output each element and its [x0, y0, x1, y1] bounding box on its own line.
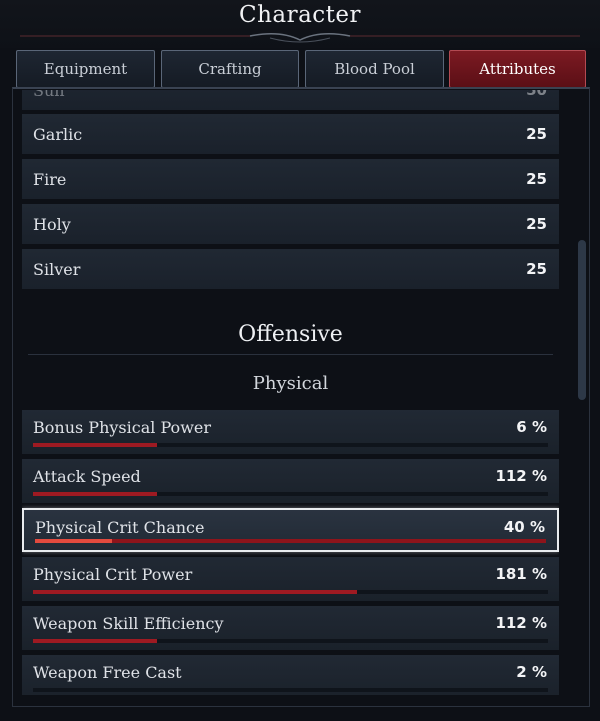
stat-bar: [33, 443, 548, 447]
stat-value: 2 %: [516, 663, 547, 681]
stat-value: 112 %: [495, 467, 547, 485]
resistance-label: Holy: [33, 214, 71, 234]
tab-attributes[interactable]: Attributes: [449, 50, 586, 88]
stat-label: Weapon Skill Efficiency: [33, 614, 224, 633]
resistance-row-fire: Fire 25: [22, 159, 559, 199]
stat-value: 181 %: [495, 565, 547, 583]
stat-value: 40 %: [503, 518, 545, 536]
resistance-label: Silver: [33, 259, 81, 279]
resistance-row-holy: Holy 25: [22, 204, 559, 244]
resistance-value: 25: [526, 215, 547, 233]
header-ornament: [20, 33, 580, 43]
stat-row-physical-crit-chance[interactable]: Physical Crit Chance 40 %: [22, 508, 559, 552]
stat-row-bonus-physical-power[interactable]: Bonus Physical Power 6 %: [22, 410, 559, 454]
subsection-title-physical: Physical: [252, 373, 329, 394]
stat-label: Weapon Free Cast: [33, 663, 182, 682]
stat-bar-fill: [33, 590, 358, 594]
stat-bar: [33, 492, 548, 496]
resistance-row-silver: Silver 25: [22, 249, 559, 289]
stat-bar-fill: [33, 443, 157, 447]
resistance-row-garlic: Garlic 25: [22, 114, 559, 154]
stat-bar: [35, 539, 546, 543]
stat-bar: [33, 590, 548, 594]
resistance-label: Garlic: [33, 124, 83, 144]
stat-label: Physical Crit Chance: [35, 518, 205, 537]
stat-row-weapon-skill-efficiency[interactable]: Weapon Skill Efficiency 112 %: [22, 606, 559, 650]
attributes-list[interactable]: Sun 50 Garlic 25 Fire 25 Holy 25 Silver …: [22, 90, 559, 695]
stat-bar: [33, 639, 548, 643]
resistance-value: 25: [526, 125, 547, 143]
resistance-label: Sun: [33, 90, 65, 100]
resistance-value: 25: [526, 170, 547, 188]
window-title: Character: [238, 2, 362, 28]
section-title-offensive: Offensive: [238, 322, 343, 347]
scrollbar[interactable]: [576, 100, 586, 700]
window-header: Character: [0, 0, 600, 48]
scrollbar-thumb[interactable]: [578, 240, 586, 400]
stat-bar-fill: [33, 639, 157, 643]
resistance-value: 25: [526, 260, 547, 278]
stat-row-attack-speed[interactable]: Attack Speed 112 %: [22, 459, 559, 503]
stat-bar-fill: [35, 539, 112, 543]
stat-value: 112 %: [495, 614, 547, 632]
stat-label: Physical Crit Power: [33, 565, 193, 584]
stat-label: Attack Speed: [33, 467, 141, 486]
section-divider: [28, 354, 553, 355]
resistance-value: 50: [526, 90, 547, 99]
tab-crafting[interactable]: Crafting: [161, 50, 299, 88]
tab-equipment[interactable]: Equipment: [16, 50, 155, 88]
stat-bar: [33, 688, 548, 692]
tab-bar: Equipment Crafting Blood Pool Attributes: [16, 50, 586, 88]
stat-row-physical-crit-power[interactable]: Physical Crit Power 181 %: [22, 557, 559, 601]
stat-bar-fill: [33, 492, 157, 496]
resistance-label: Fire: [33, 169, 67, 189]
stat-row-weapon-free-cast[interactable]: Weapon Free Cast 2 %: [22, 655, 559, 695]
tab-blood-pool[interactable]: Blood Pool: [305, 50, 444, 88]
stat-value: 6 %: [516, 418, 547, 436]
stat-label: Bonus Physical Power: [33, 418, 211, 437]
resistance-row-sun: Sun 50: [22, 90, 559, 110]
